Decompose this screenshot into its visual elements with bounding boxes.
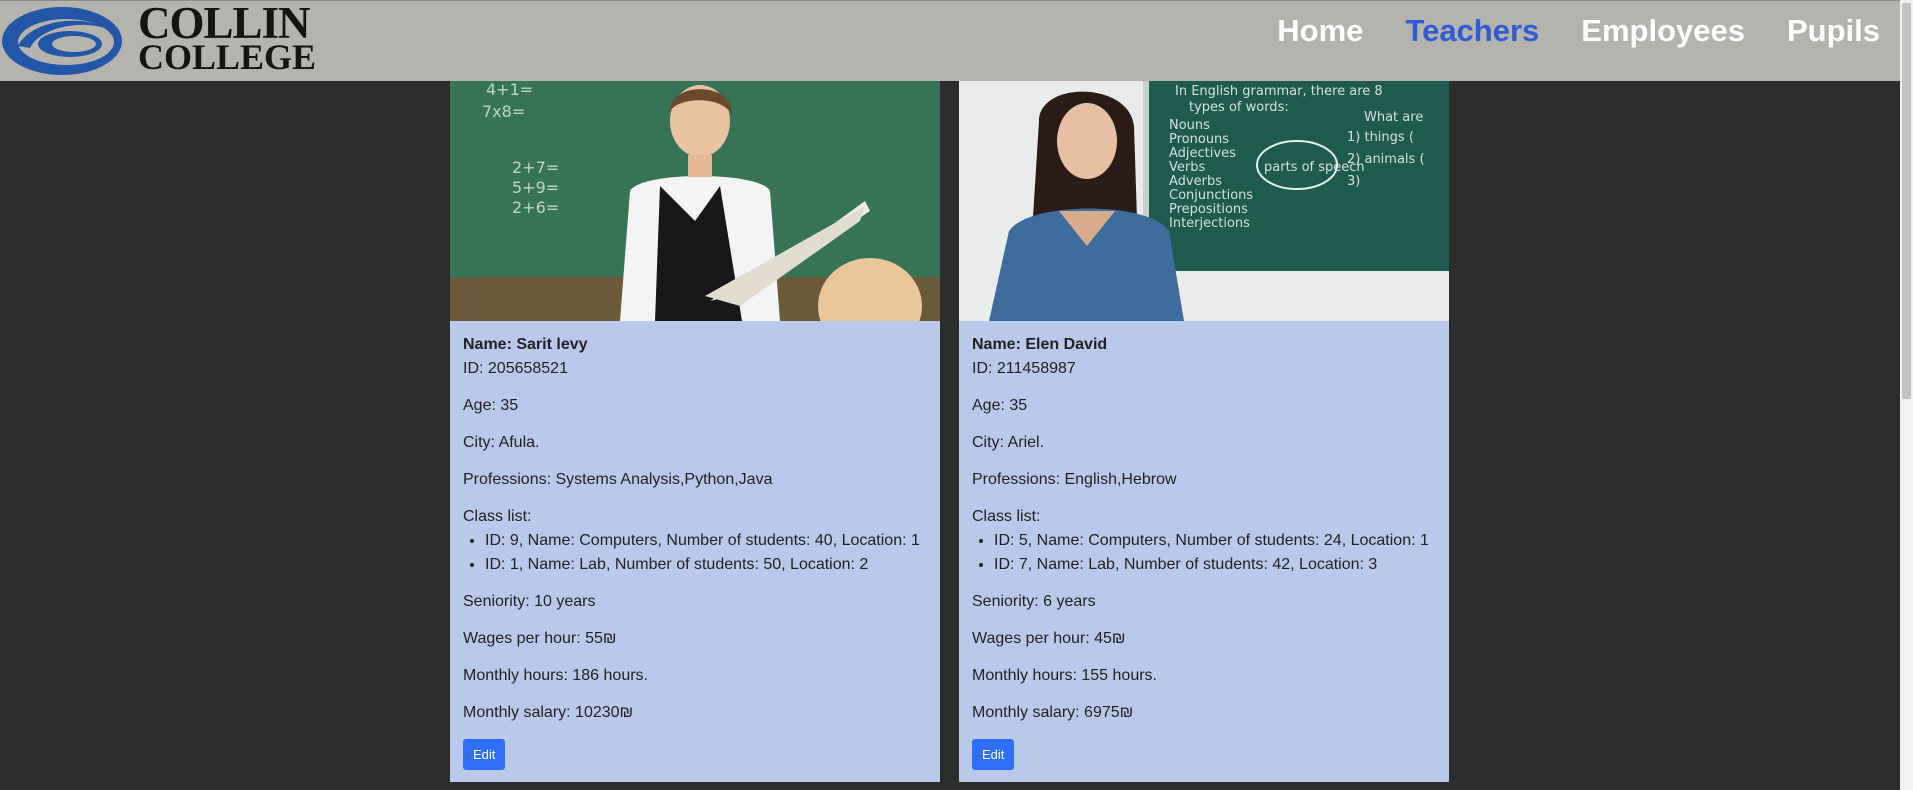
board-word: Pronouns (1169, 132, 1229, 147)
edit-button[interactable]: Edit (463, 739, 506, 770)
board-text-1: 4+1= (486, 81, 533, 99)
board-word: Nouns (1169, 118, 1210, 133)
teacher-city: City: Afula. (463, 434, 540, 451)
page-scrollbar[interactable] (1900, 0, 1913, 790)
class-list-label: Class list: (463, 508, 532, 525)
board-text-3: 2+7= (512, 158, 559, 177)
class-list: ID: 5, Name: Computers, Number of studen… (972, 529, 1436, 577)
board-word: Adverbs (1169, 174, 1222, 189)
board-text-2: 7x8= (482, 102, 525, 121)
board-right: 2) animals ( (1347, 152, 1425, 167)
teacher-details: Name: Elen David ID: 211458987 Age: 35 C… (959, 321, 1449, 770)
teacher-name: Name: Sarit levy (463, 336, 588, 353)
teacher-wages: Wages per hour: 45₪ (972, 630, 1126, 647)
teacher-id: ID: 205658521 (463, 360, 568, 377)
teacher-city: City: Ariel. (972, 434, 1045, 451)
class-list-label: Class list: (972, 508, 1041, 525)
teacher-details: Name: Sarit levy ID: 205658521 Age: 35 C… (450, 321, 940, 770)
class-list-item: ID: 7, Name: Lab, Number of students: 42… (994, 553, 1436, 577)
edit-button[interactable]: Edit (972, 739, 1015, 770)
board-word: Verbs (1169, 160, 1205, 175)
teacher-wages: Wages per hour: 55₪ (463, 630, 617, 647)
board-right: 1) things ( (1347, 130, 1414, 145)
teacher-id: ID: 211458987 (972, 360, 1076, 377)
top-navbar: COLLIN COLLEGE Home Teachers Employees P… (0, 0, 1900, 81)
logo-line-college: COLLEGE (138, 37, 317, 77)
nav-home[interactable]: Home (1277, 9, 1363, 53)
collin-college-logo[interactable]: COLLIN COLLEGE (0, 0, 320, 80)
class-list: ID: 9, Name: Computers, Number of studen… (463, 529, 927, 577)
scrollbar-thumb[interactable] (1902, 3, 1911, 399)
teacher-monthly-salary: Monthly salary: 10230₪ (463, 704, 634, 721)
teacher-seniority: Seniority: 10 years (463, 593, 596, 610)
nav-employees[interactable]: Employees (1581, 9, 1745, 53)
teacher-photo: 4+1= 7x8= 2+7= 5+9= 2+6= (450, 81, 940, 321)
class-list-item: ID: 1, Name: Lab, Number of students: 50… (485, 553, 927, 577)
board-heading: In English grammar, there are 8 (1175, 84, 1383, 99)
class-list-item: ID: 9, Name: Computers, Number of studen… (485, 529, 927, 553)
teacher-photo: In English grammar, there are 8 types of… (959, 81, 1449, 321)
board-word: Adjectives (1169, 146, 1236, 161)
teacher-seniority: Seniority: 6 years (972, 593, 1096, 610)
board-word: Interjections (1169, 216, 1250, 231)
board-text-4: 5+9= (512, 178, 559, 197)
teacher-card: 4+1= 7x8= 2+7= 5+9= 2+6= Name: Sarit lev… (450, 81, 940, 782)
teacher-card: In English grammar, there are 8 types of… (959, 81, 1449, 782)
board-word: Prepositions (1169, 202, 1248, 217)
logo-wordmark: COLLIN COLLEGE (138, 0, 317, 77)
teacher-professions: Professions: English,Hebrow (972, 471, 1177, 488)
teacher-professions: Professions: Systems Analysis,Python,Jav… (463, 471, 773, 488)
teacher-age: Age: 35 (463, 397, 519, 414)
logo-line-collin: COLLIN (138, 0, 311, 48)
teacher-monthly-hours: Monthly hours: 186 hours. (463, 667, 648, 684)
class-list-item: ID: 5, Name: Computers, Number of studen… (994, 529, 1436, 553)
board-heading-2: types of words: (1189, 100, 1289, 115)
nav-teachers[interactable]: Teachers (1405, 9, 1539, 53)
nav-pupils[interactable]: Pupils (1787, 9, 1880, 53)
board-right: 3) (1347, 174, 1360, 189)
board-word: Conjunctions (1169, 188, 1253, 203)
teacher-name: Name: Elen David (972, 336, 1108, 353)
teacher-age: Age: 35 (972, 397, 1028, 414)
teacher-monthly-hours: Monthly hours: 155 hours. (972, 667, 1157, 684)
board-right: What are (1364, 110, 1423, 125)
swirl-logo-icon (2, 7, 122, 75)
main-nav: Home Teachers Employees Pupils (1277, 9, 1880, 53)
board-text-5: 2+6= (512, 198, 559, 217)
teacher-monthly-salary: Monthly salary: 6975₪ (972, 704, 1134, 721)
